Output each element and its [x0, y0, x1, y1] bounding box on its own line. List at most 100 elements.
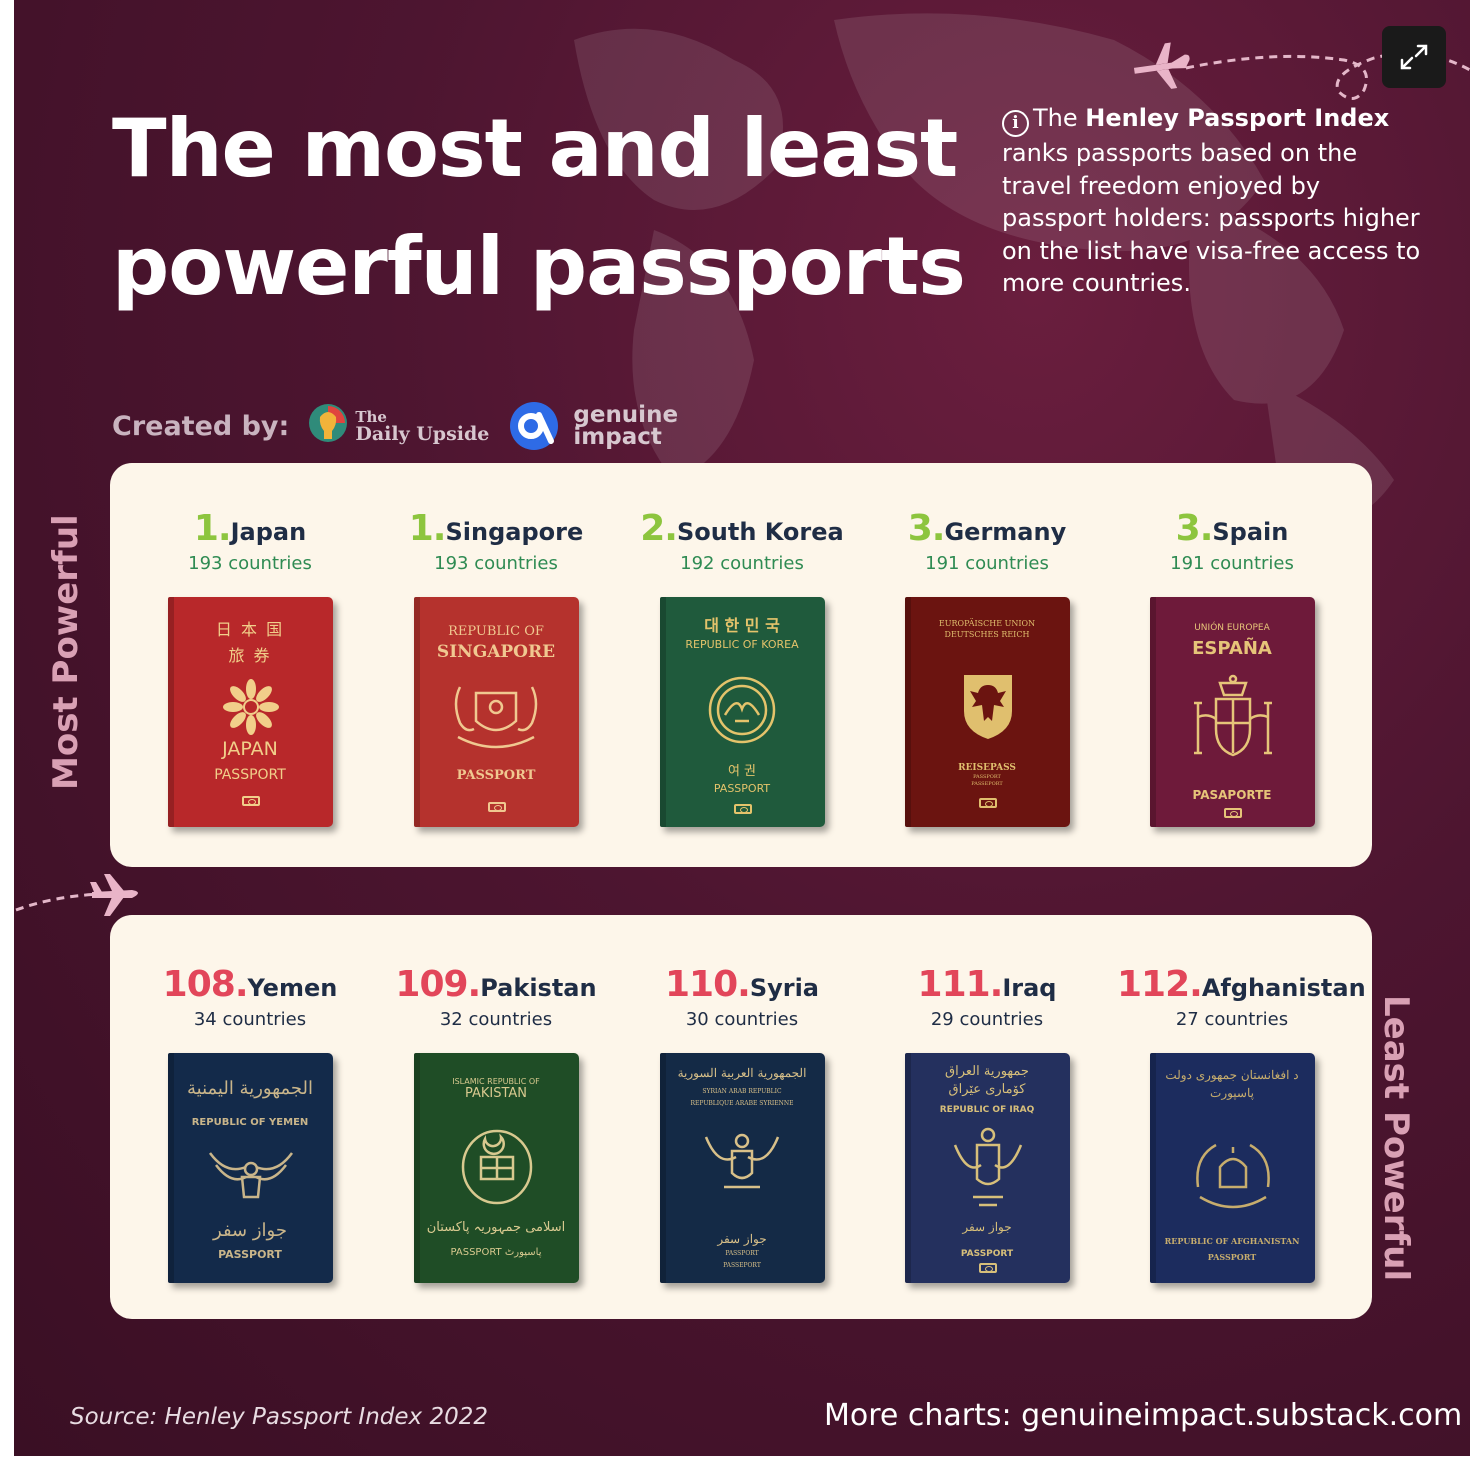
eagle-of-saladin-icon [953, 1127, 1022, 1207]
cover-text: PASSPORT [1207, 1252, 1257, 1262]
info-pre: The [1033, 104, 1078, 132]
passport-card: 111.Iraq 29 countries جمهورية العراق كۆم… [872, 965, 1102, 1283]
country-name: Singapore [445, 518, 584, 546]
cover-text: 日 本 国 [215, 620, 285, 639]
most-powerful-label: Most Powerful [46, 514, 86, 790]
passport-cover-syria: الجمهورية العربية السورية SYRIAN ARAB RE… [659, 1053, 825, 1283]
passport-card: 2.South Korea 192 countries 대 한 민 국 REPU… [627, 509, 857, 827]
plane-icon [1133, 42, 1191, 89]
visa-free-count: 193 countries [188, 553, 312, 574]
passport-card: 110.Syria 30 countries الجمهورية العربية… [627, 965, 857, 1283]
least-powerful-panel: 108.Yemen 34 countries الجمهورية اليمنية… [110, 915, 1372, 1319]
title-line-2: powerful passports [112, 220, 966, 313]
country-name: Syria [749, 974, 819, 1002]
cover-text: REPUBLIC OF [448, 624, 544, 639]
genuine-impact-logo: genuine impact [505, 401, 678, 451]
index-description: i The Henley Passport Index ranks passpor… [1002, 102, 1422, 300]
expand-icon [1400, 44, 1428, 70]
rank: 1. [408, 508, 447, 549]
passport-cover-iraq: جمهورية العراق كۆماری عێراق REPUBLIC OF … [904, 1053, 1070, 1283]
cover-text: PASSPORT [973, 774, 1001, 780]
cover-text: PASSEPORT [723, 1262, 761, 1269]
phoenix-emblem-icon [708, 676, 775, 744]
credits-label: Created by: [112, 410, 290, 442]
daily-upside-b: Daily Upside [355, 423, 490, 445]
passport-cover-afghanistan: د افغانستان جمهوری دولت پاسپورت REPUBLIC… [1149, 1053, 1315, 1283]
expand-button[interactable] [1382, 26, 1446, 88]
royal-coat-of-arms-icon [1193, 674, 1272, 757]
passport-card: 112.Afghanistan 27 countries د افغانستان… [1117, 965, 1366, 1283]
source-note: Source: Henley Passport Index 2022 [70, 1404, 488, 1430]
cover-text: PASSEPORT [971, 781, 1003, 787]
rank: 109. [395, 964, 481, 1005]
cover-text: UNIÓN EUROPEA [1194, 623, 1270, 633]
rank: 1. [193, 508, 232, 549]
country-name: Spain [1212, 518, 1289, 546]
hawk-emblem-icon [704, 1133, 779, 1189]
infographic: The most and least powerful passports iT… [14, 0, 1470, 1456]
passport-card: 109.Pakistan 32 countries ISLAMIC REPUBL… [381, 965, 611, 1283]
visa-free-count: 32 countries [439, 1009, 553, 1030]
rank: 111. [917, 964, 1004, 1005]
passport-cover-singapore: REPUBLIC OF SINGAPORE PASSPORT [413, 597, 579, 827]
cover-text: د افغانستان جمهوری دولت [1165, 1068, 1299, 1082]
cover-text: جواز سفر [213, 1220, 287, 1241]
biometric-chip-icon [978, 798, 997, 808]
daily-upside-logo: The Daily Upside [307, 403, 489, 449]
cover-text: PASSPORT [456, 768, 536, 783]
info-post: ranks passports based on the travel free… [1002, 139, 1421, 297]
passport-card: 1.Singapore 193 countries REPUBLIC OF SI… [381, 509, 611, 827]
credits: Created by: The Daily Upside genuine imp… [112, 396, 678, 456]
passport-card: 108.Yemen 34 countries الجمهورية اليمنية… [135, 965, 365, 1283]
plane-icon [90, 874, 138, 916]
cover-text: SINGAPORE [436, 642, 556, 662]
cover-text: 旅 券 [228, 646, 272, 665]
info-icon: i [1002, 110, 1029, 137]
country-name: Iraq [1002, 974, 1057, 1002]
genuine-b: impact [573, 424, 662, 450]
country-name: Pakistan [480, 974, 597, 1002]
crescent-star-emblem-icon [461, 1129, 532, 1205]
country-name: Yemen [247, 974, 338, 1002]
cover-text: REPUBLIQUE ARABE SYRIENNE [690, 1100, 794, 1107]
genuine-a: genuine [573, 402, 679, 428]
passport-cover-spain: UNIÓN EUROPEA ESPAÑA PASAPORTE [1149, 597, 1315, 827]
cover-text: REPUBLIC OF KOREA [685, 638, 799, 651]
cover-text: PASSPORT [725, 1250, 759, 1257]
cover-text: DEUTSCHES REICH [944, 630, 1030, 639]
passport-cover-japan: 日 本 国 旅 券 JAPAN PASSPORT [167, 597, 333, 827]
visa-free-count: 191 countries [925, 553, 1049, 574]
title-line-1: The most and least [112, 102, 958, 195]
visa-free-count: 29 countries [930, 1009, 1044, 1030]
visa-free-count: 191 countries [1170, 553, 1294, 574]
cover-text: REISEPASS [958, 763, 1016, 773]
passport-cover-pakistan: ISLAMIC REPUBLIC OF PAKISTAN اسلامی جمہو… [413, 1053, 579, 1283]
cover-text: PASSPORT [218, 1248, 282, 1261]
cover-text: جواز سفر [962, 1220, 1012, 1234]
coat-of-arms-icon [454, 686, 537, 749]
biometric-chip-icon [487, 802, 506, 812]
cover-text: الجمهورية العربية السورية [677, 1066, 807, 1080]
eagle-shield-icon [963, 675, 1012, 739]
cover-text: REPUBLIC OF AFGHANISTAN [1164, 1236, 1300, 1246]
rank: 3. [907, 508, 946, 549]
passport-cover-south-korea: 대 한 민 국 REPUBLIC OF KOREA 여 권 PASSPORT [659, 597, 825, 827]
cover-text: REPUBLIC OF YEMEN [191, 1117, 309, 1128]
visa-free-count: 30 countries [685, 1009, 799, 1030]
cover-text: 여 권 [727, 764, 757, 779]
more-charts-link[interactable]: More charts: genuineimpact.substack.com [824, 1398, 1462, 1456]
cover-text: جمهورية العراق [945, 1064, 1029, 1079]
info-highlight: Henley Passport Index [1085, 104, 1390, 132]
lightbulb-icon [309, 404, 348, 442]
chrysanthemum-emblem-icon [222, 679, 279, 735]
page-title: The most and least powerful passports [112, 90, 966, 326]
country-name: South Korea [676, 518, 844, 546]
biometric-chip-icon [241, 796, 260, 806]
cover-text: PASSPORT [960, 1249, 1014, 1259]
biometric-chip-icon [1223, 808, 1242, 818]
cover-text: SYRIAN ARAB REPUBLIC [702, 1088, 782, 1095]
visa-free-count: 27 countries [1175, 1009, 1289, 1030]
most-powerful-panel: 1.Japan 193 countries 日 本 国 旅 券 JAPAN PA… [110, 463, 1372, 867]
rank: 108. [162, 964, 249, 1005]
cover-text: PASSPORT پاسپورٹ [450, 1247, 542, 1258]
